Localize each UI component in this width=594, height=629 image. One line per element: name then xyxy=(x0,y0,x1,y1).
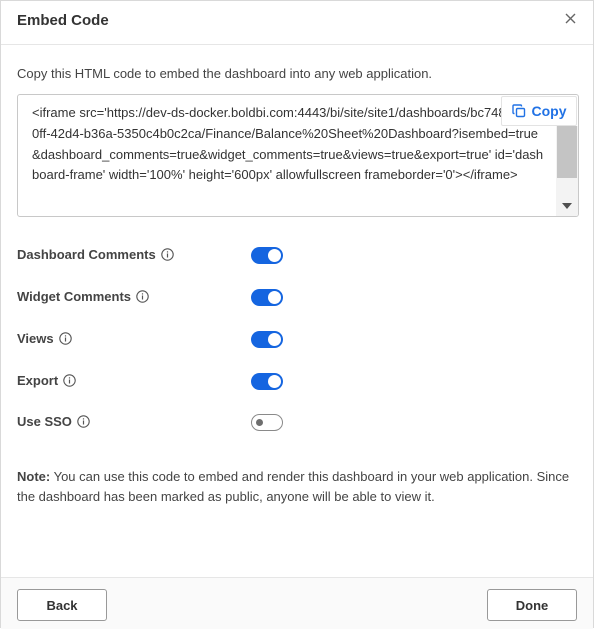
dialog-description: Copy this HTML code to embed the dashboa… xyxy=(17,66,433,81)
embed-code-text[interactable]: <iframe src='https://dev-ds-docker.boldb… xyxy=(32,103,544,186)
option-label: Widget Comments xyxy=(17,289,149,304)
copy-label: Copy xyxy=(531,103,567,119)
info-icon[interactable] xyxy=(160,248,174,261)
use-sso-toggle[interactable] xyxy=(251,414,283,431)
info-icon[interactable] xyxy=(63,374,76,387)
option-label: Export xyxy=(17,373,76,388)
option-label: Use SSO xyxy=(17,414,90,429)
option-label: Views xyxy=(17,331,72,346)
done-button[interactable]: Done xyxy=(487,589,577,621)
close-button[interactable] xyxy=(559,7,581,29)
dialog-footer: Back Done xyxy=(1,577,593,629)
back-button[interactable]: Back xyxy=(17,589,107,621)
chevron-down-icon xyxy=(562,203,572,209)
option-label-text: Use SSO xyxy=(17,414,72,429)
dashboard-comments-toggle[interactable] xyxy=(251,247,283,264)
widget-comments-toggle[interactable] xyxy=(251,289,283,306)
option-views: Views xyxy=(17,327,297,351)
views-toggle[interactable] xyxy=(251,331,283,348)
option-dashboard-comments: Dashboard Comments xyxy=(17,243,297,267)
toggle-knob xyxy=(256,419,263,426)
note-label: Note: xyxy=(17,469,51,484)
option-use-sso: Use SSO xyxy=(17,410,297,434)
note-body: You can use this code to embed and rende… xyxy=(17,469,570,504)
dialog-header: Embed Code xyxy=(1,1,593,45)
option-label-text: Views xyxy=(17,331,54,346)
toggle-knob xyxy=(268,333,281,346)
info-icon[interactable] xyxy=(77,415,90,428)
option-label-text: Export xyxy=(17,373,59,388)
copy-button[interactable]: Copy xyxy=(501,96,577,126)
info-icon[interactable] xyxy=(58,332,72,345)
embed-code-textarea[interactable]: <iframe src='https://dev-ds-docker.boldb… xyxy=(17,94,579,217)
option-label-text: Dashboard Comments xyxy=(17,247,156,262)
toggle-knob xyxy=(268,375,281,388)
toggle-knob xyxy=(268,291,281,304)
toggle-knob xyxy=(268,249,281,262)
option-widget-comments: Widget Comments xyxy=(17,285,297,309)
scroll-down-button[interactable] xyxy=(556,198,578,214)
dialog-title: Embed Code xyxy=(17,12,109,29)
copy-icon xyxy=(511,104,525,118)
export-toggle[interactable] xyxy=(251,373,283,390)
option-label-text: Widget Comments xyxy=(17,289,131,304)
close-icon xyxy=(565,13,575,23)
code-scrollbar[interactable] xyxy=(556,126,578,216)
note-text: Note: You can use this code to embed and… xyxy=(17,467,577,507)
option-export: Export xyxy=(17,369,297,393)
embed-code-dialog: Embed Code Copy this HTML code to embed … xyxy=(0,0,594,629)
info-icon[interactable] xyxy=(136,290,149,303)
option-label: Dashboard Comments xyxy=(17,247,174,262)
code-scrollbar-thumb[interactable] xyxy=(557,126,577,178)
